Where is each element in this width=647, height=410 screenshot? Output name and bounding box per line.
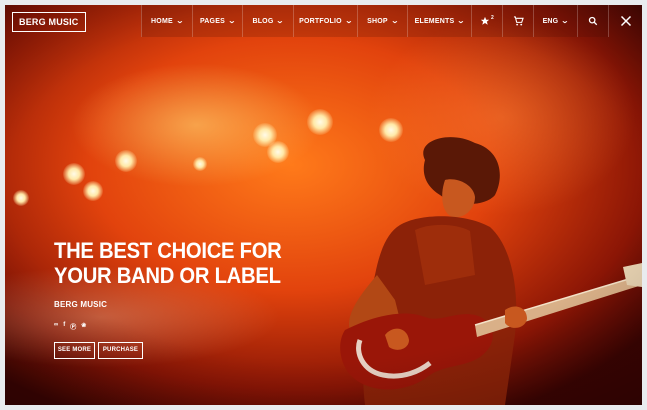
close-button[interactable] <box>608 5 642 37</box>
nav-item-home[interactable]: HOME ⌄ <box>141 5 192 37</box>
chevron-down-icon: ⌄ <box>227 18 237 25</box>
see-more-button[interactable]: SEE MORE <box>54 342 95 359</box>
nav-item-shop[interactable]: SHOP ⌄ <box>357 5 407 37</box>
favorites-button[interactable]: 2 <box>471 5 502 37</box>
close-icon <box>620 15 631 27</box>
stage-light <box>193 157 207 171</box>
chevron-down-icon: ⌄ <box>175 18 185 25</box>
nav-item-label: SHOP <box>367 17 388 25</box>
stage-light <box>267 141 289 163</box>
language-selector[interactable]: ENG ⌄ <box>533 5 577 37</box>
hero-subtitle: BERG MUSIC <box>54 300 108 309</box>
purchase-button[interactable]: PURCHASE <box>98 342 143 359</box>
stage-light <box>83 181 103 201</box>
chevron-down-icon: ⌄ <box>457 18 466 25</box>
nav-item-label: PAGES <box>199 17 225 25</box>
stage-light <box>63 163 85 185</box>
hero-title-line: THE BEST CHOICE FOR <box>54 238 282 263</box>
stage-light <box>115 150 137 172</box>
site-logo[interactable]: BERG MUSIC <box>12 12 86 32</box>
nav-item-elements[interactable]: ELEMENTS ⌄ <box>407 5 471 37</box>
nav-item-label: HOME <box>151 17 173 25</box>
nav-item-blog[interactable]: BLOG ⌄ <box>242 5 293 37</box>
cart-button[interactable] <box>502 5 533 37</box>
nav-item-label: BLOG <box>252 17 274 25</box>
favorites-count: 2 <box>491 15 494 21</box>
main-navigation: HOME ⌄ PAGES ⌄ BLOG ⌄ PORTFOLIO ⌄ SHOP ⌄ ELEM… <box>141 5 608 37</box>
twitter-icon[interactable]: ❀ <box>81 322 86 331</box>
language-label: ENG <box>542 17 559 25</box>
chevron-down-icon: ⌄ <box>390 18 400 25</box>
lastfm-icon[interactable]: ∞ <box>54 322 58 331</box>
search-button[interactable] <box>577 5 608 37</box>
search-icon <box>588 16 598 26</box>
nav-item-label: PORTFOLIO <box>299 17 342 25</box>
stage-light <box>307 109 333 135</box>
hero-title-line: YOUR BAND OR LABEL <box>54 263 281 288</box>
star-icon <box>480 16 490 25</box>
chevron-down-icon: ⌄ <box>561 18 570 25</box>
chevron-down-icon: ⌄ <box>276 18 285 25</box>
nav-item-portfolio[interactable]: PORTFOLIO ⌄ <box>293 5 357 37</box>
guitarist-silhouette <box>340 137 642 405</box>
cart-icon <box>513 16 524 26</box>
nav-item-pages[interactable]: PAGES ⌄ <box>192 5 242 37</box>
stage-light <box>13 190 29 206</box>
social-links: ∞ f Ⓟ ❀ <box>54 322 86 331</box>
hero-title: THE BEST CHOICE FOR YOUR BAND OR LABEL <box>54 238 282 288</box>
pinterest-icon[interactable]: Ⓟ <box>70 322 76 331</box>
nav-item-label: ELEMENTS <box>414 17 455 25</box>
facebook-icon[interactable]: f <box>63 322 65 331</box>
chevron-down-icon: ⌄ <box>344 18 354 25</box>
